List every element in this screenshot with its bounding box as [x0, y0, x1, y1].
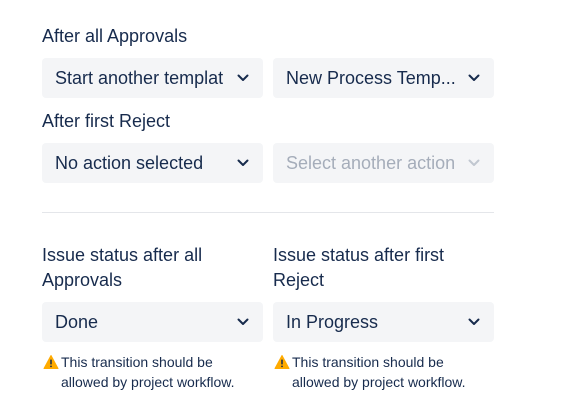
reject-status-select[interactable]: In Progress [273, 302, 494, 342]
chevron-down-icon [466, 70, 482, 86]
reject-warning-text: This transition should be allowed by pro… [292, 354, 466, 390]
chevron-down-icon [466, 314, 482, 330]
approvals-warning-text: This transition should be allowed by pro… [61, 354, 235, 390]
chevron-down-icon [466, 155, 482, 171]
approvals-action-value: Start another templat [55, 67, 224, 88]
reject-action-value: No action selected [55, 152, 204, 173]
section-divider [42, 212, 494, 213]
approvals-action-select[interactable]: Start another templat [42, 58, 263, 98]
reject-action-select[interactable]: No action selected [42, 143, 263, 183]
issue-status-reject-label: Issue status after first Reject [273, 245, 445, 290]
approvals-template-select[interactable]: New Process Temp... [273, 58, 494, 98]
after-all-approvals-label: After all Approvals [42, 26, 188, 46]
approvals-template-value: New Process Temp... [286, 67, 456, 88]
chevron-down-icon [235, 70, 251, 86]
warning-triangle-icon [274, 354, 290, 370]
chevron-down-icon [235, 314, 251, 330]
reject-workflow-warning: This transition should be allowed by pro… [274, 352, 492, 392]
reject-status-value: In Progress [286, 311, 379, 332]
reject-secondary-action-select: Select another action [273, 143, 494, 183]
after-first-reject-label: After first Reject [42, 111, 171, 131]
issue-status-approvals-label: Issue status after all Approvals [42, 245, 203, 290]
warning-triangle-icon [43, 354, 59, 370]
approvals-status-select[interactable]: Done [42, 302, 263, 342]
chevron-down-icon [235, 155, 251, 171]
approvals-status-value: Done [55, 311, 99, 332]
approvals-workflow-warning: This transition should be allowed by pro… [43, 352, 261, 392]
reject-secondary-placeholder: Select another action [286, 152, 456, 173]
